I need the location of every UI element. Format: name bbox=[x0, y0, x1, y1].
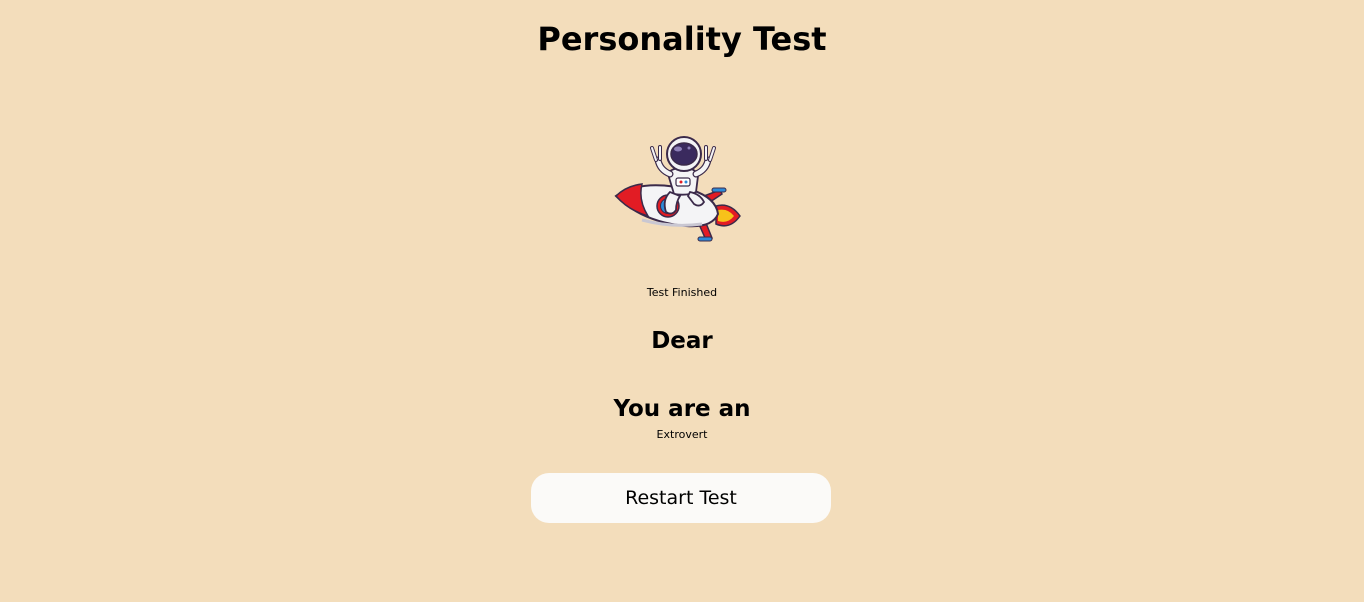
restart-test-button[interactable]: Restart Test bbox=[531, 473, 831, 523]
test-status-text: Test Finished bbox=[646, 286, 718, 299]
astronaut-riding-rocket-icon bbox=[612, 134, 744, 246]
greeting-heading: Dear bbox=[651, 328, 713, 354]
page-title: Personality Test bbox=[537, 20, 827, 58]
result-heading: You are an bbox=[613, 396, 751, 422]
results-page: Personality Test Test Finished Dear You … bbox=[0, 0, 1364, 602]
personality-result: Extrovert bbox=[656, 428, 708, 441]
